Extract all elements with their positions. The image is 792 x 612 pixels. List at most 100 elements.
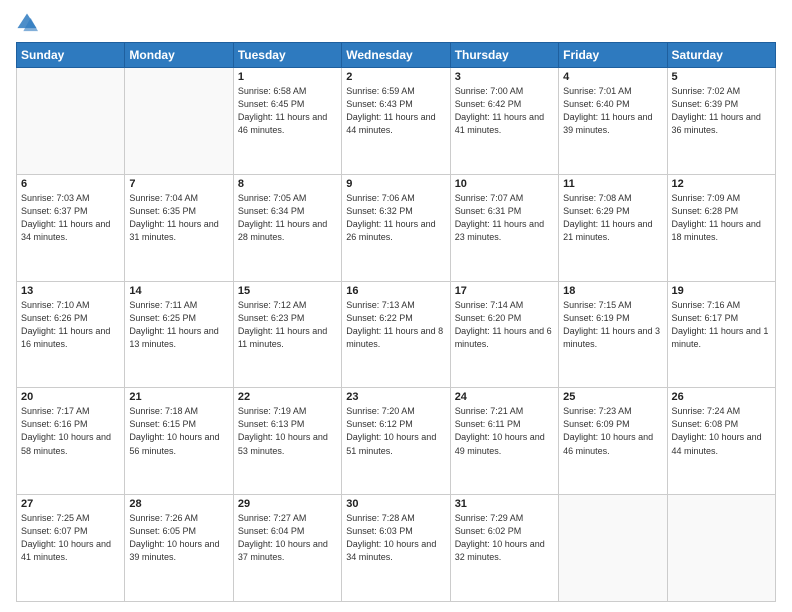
- calendar-cell: 15 Sunrise: 7:12 AM Sunset: 6:23 PM Dayli…: [233, 281, 341, 388]
- day-info: Sunrise: 7:16 AM Sunset: 6:17 PM Dayligh…: [672, 299, 771, 351]
- calendar-cell: 12 Sunrise: 7:09 AM Sunset: 6:28 PM Dayli…: [667, 174, 775, 281]
- calendar-cell: 19 Sunrise: 7:16 AM Sunset: 6:17 PM Dayli…: [667, 281, 775, 388]
- calendar-cell: 16 Sunrise: 7:13 AM Sunset: 6:22 PM Dayli…: [342, 281, 450, 388]
- day-number: 11: [563, 178, 662, 190]
- day-info: Sunrise: 7:17 AM Sunset: 6:16 PM Dayligh…: [21, 405, 120, 457]
- day-info: Sunrise: 7:18 AM Sunset: 6:15 PM Dayligh…: [129, 405, 228, 457]
- calendar-cell: 26 Sunrise: 7:24 AM Sunset: 6:08 PM Dayli…: [667, 388, 775, 495]
- day-info: Sunrise: 7:28 AM Sunset: 6:03 PM Dayligh…: [346, 512, 445, 564]
- day-info: Sunrise: 7:02 AM Sunset: 6:39 PM Dayligh…: [672, 85, 771, 137]
- day-number: 26: [672, 391, 771, 403]
- calendar-cell: 11 Sunrise: 7:08 AM Sunset: 6:29 PM Dayli…: [559, 174, 667, 281]
- day-number: 19: [672, 285, 771, 297]
- calendar-cell: 28Sunrise: 7:26 AM Sunset: 6:05 PM Dayli…: [125, 495, 233, 602]
- day-info: Sunrise: 6:59 AM Sunset: 6:43 PM Dayligh…: [346, 85, 445, 137]
- day-info: Sunrise: 7:11 AM Sunset: 6:25 PM Dayligh…: [129, 299, 228, 351]
- calendar-cell: [17, 68, 125, 175]
- calendar-cell: 27 Sunrise: 7:25 AM Sunset: 6:07 PM Dayli…: [17, 495, 125, 602]
- calendar-cell: 23 Sunrise: 7:20 AM Sunset: 6:12 PM Dayli…: [342, 388, 450, 495]
- day-number: 21: [129, 391, 228, 403]
- calendar-cell: 7 Sunrise: 7:04 AM Sunset: 6:35 PM Daylig…: [125, 174, 233, 281]
- calendar-day-header: Wednesday: [342, 43, 450, 68]
- day-number: 8: [238, 178, 337, 190]
- day-number: 29: [238, 498, 337, 510]
- calendar-day-header: Monday: [125, 43, 233, 68]
- calendar-week-row: 20 Sunrise: 7:17 AM Sunset: 6:16 PM Dayli…: [17, 388, 776, 495]
- day-info: Sunrise: 7:06 AM Sunset: 6:32 PM Dayligh…: [346, 192, 445, 244]
- day-number: 10: [455, 178, 554, 190]
- day-info: Sunrise: 6:58 AM Sunset: 6:45 PM Dayligh…: [238, 85, 337, 137]
- calendar-cell: 24 Sunrise: 7:21 AM Sunset: 6:11 PM Dayli…: [450, 388, 558, 495]
- calendar-week-row: 27 Sunrise: 7:25 AM Sunset: 6:07 PM Dayli…: [17, 495, 776, 602]
- day-info: Sunrise: 7:20 AM Sunset: 6:12 PM Dayligh…: [346, 405, 445, 457]
- calendar-cell: 21 Sunrise: 7:18 AM Sunset: 6:15 PM Dayli…: [125, 388, 233, 495]
- calendar-cell: [559, 495, 667, 602]
- day-number: 13: [21, 285, 120, 297]
- calendar-cell: 6Sunrise: 7:03 AM Sunset: 6:37 PM Daylig…: [17, 174, 125, 281]
- calendar-week-row: 13 Sunrise: 7:10 AM Sunset: 6:26 PM Dayli…: [17, 281, 776, 388]
- day-info: Sunrise: 7:15 AM Sunset: 6:19 PM Dayligh…: [563, 299, 662, 351]
- day-info: Sunrise: 7:05 AM Sunset: 6:34 PM Dayligh…: [238, 192, 337, 244]
- day-number: 31: [455, 498, 554, 510]
- day-info: Sunrise: 7:09 AM Sunset: 6:28 PM Dayligh…: [672, 192, 771, 244]
- day-number: 18: [563, 285, 662, 297]
- day-info: Sunrise: 7:01 AM Sunset: 6:40 PM Dayligh…: [563, 85, 662, 137]
- day-number: 23: [346, 391, 445, 403]
- day-number: 6: [21, 178, 120, 190]
- calendar-header-row: SundayMondayTuesdayWednesdayThursdayFrid…: [17, 43, 776, 68]
- day-number: 9: [346, 178, 445, 190]
- calendar-cell: 25Sunrise: 7:23 AM Sunset: 6:09 PM Dayli…: [559, 388, 667, 495]
- day-info: Sunrise: 7:21 AM Sunset: 6:11 PM Dayligh…: [455, 405, 554, 457]
- calendar-cell: 5 Sunrise: 7:02 AM Sunset: 6:39 PM Daylig…: [667, 68, 775, 175]
- day-number: 27: [21, 498, 120, 510]
- calendar-cell: 10Sunrise: 7:07 AM Sunset: 6:31 PM Dayli…: [450, 174, 558, 281]
- day-number: 16: [346, 285, 445, 297]
- day-info: Sunrise: 7:27 AM Sunset: 6:04 PM Dayligh…: [238, 512, 337, 564]
- page: SundayMondayTuesdayWednesdayThursdayFrid…: [0, 0, 792, 612]
- day-info: Sunrise: 7:12 AM Sunset: 6:23 PM Dayligh…: [238, 299, 337, 351]
- day-number: 4: [563, 71, 662, 83]
- day-number: 15: [238, 285, 337, 297]
- day-number: 30: [346, 498, 445, 510]
- calendar-cell: 30 Sunrise: 7:28 AM Sunset: 6:03 PM Dayli…: [342, 495, 450, 602]
- calendar-week-row: 1 Sunrise: 6:58 AM Sunset: 6:45 PM Daylig…: [17, 68, 776, 175]
- calendar-week-row: 6Sunrise: 7:03 AM Sunset: 6:37 PM Daylig…: [17, 174, 776, 281]
- calendar-day-header: Thursday: [450, 43, 558, 68]
- day-info: Sunrise: 7:24 AM Sunset: 6:08 PM Dayligh…: [672, 405, 771, 457]
- calendar-cell: 18 Sunrise: 7:15 AM Sunset: 6:19 PM Dayli…: [559, 281, 667, 388]
- calendar-day-header: Saturday: [667, 43, 775, 68]
- calendar-cell: 22 Sunrise: 7:19 AM Sunset: 6:13 PM Dayli…: [233, 388, 341, 495]
- calendar-cell: 9 Sunrise: 7:06 AM Sunset: 6:32 PM Daylig…: [342, 174, 450, 281]
- day-number: 1: [238, 71, 337, 83]
- day-number: 3: [455, 71, 554, 83]
- calendar-table: SundayMondayTuesdayWednesdayThursdayFrid…: [16, 42, 776, 602]
- day-info: Sunrise: 7:29 AM Sunset: 6:02 PM Dayligh…: [455, 512, 554, 564]
- calendar-cell: 31 Sunrise: 7:29 AM Sunset: 6:02 PM Dayli…: [450, 495, 558, 602]
- calendar-cell: 17Sunrise: 7:14 AM Sunset: 6:20 PM Dayli…: [450, 281, 558, 388]
- day-info: Sunrise: 7:13 AM Sunset: 6:22 PM Dayligh…: [346, 299, 445, 351]
- calendar-day-header: Sunday: [17, 43, 125, 68]
- day-number: 5: [672, 71, 771, 83]
- calendar-day-header: Tuesday: [233, 43, 341, 68]
- day-info: Sunrise: 7:14 AM Sunset: 6:20 PM Dayligh…: [455, 299, 554, 351]
- calendar-cell: [125, 68, 233, 175]
- day-number: 12: [672, 178, 771, 190]
- day-info: Sunrise: 7:04 AM Sunset: 6:35 PM Dayligh…: [129, 192, 228, 244]
- day-number: 28: [129, 498, 228, 510]
- day-info: Sunrise: 7:19 AM Sunset: 6:13 PM Dayligh…: [238, 405, 337, 457]
- day-info: Sunrise: 7:25 AM Sunset: 6:07 PM Dayligh…: [21, 512, 120, 564]
- calendar-cell: 29 Sunrise: 7:27 AM Sunset: 6:04 PM Dayli…: [233, 495, 341, 602]
- calendar-cell: 8 Sunrise: 7:05 AM Sunset: 6:34 PM Daylig…: [233, 174, 341, 281]
- day-number: 22: [238, 391, 337, 403]
- day-number: 2: [346, 71, 445, 83]
- day-number: 24: [455, 391, 554, 403]
- day-number: 20: [21, 391, 120, 403]
- header: [16, 12, 776, 34]
- logo-icon: [16, 12, 38, 34]
- day-info: Sunrise: 7:10 AM Sunset: 6:26 PM Dayligh…: [21, 299, 120, 351]
- day-number: 7: [129, 178, 228, 190]
- calendar-cell: 3Sunrise: 7:00 AM Sunset: 6:42 PM Daylig…: [450, 68, 558, 175]
- calendar-cell: 4 Sunrise: 7:01 AM Sunset: 6:40 PM Daylig…: [559, 68, 667, 175]
- day-info: Sunrise: 7:08 AM Sunset: 6:29 PM Dayligh…: [563, 192, 662, 244]
- calendar-cell: 2 Sunrise: 6:59 AM Sunset: 6:43 PM Daylig…: [342, 68, 450, 175]
